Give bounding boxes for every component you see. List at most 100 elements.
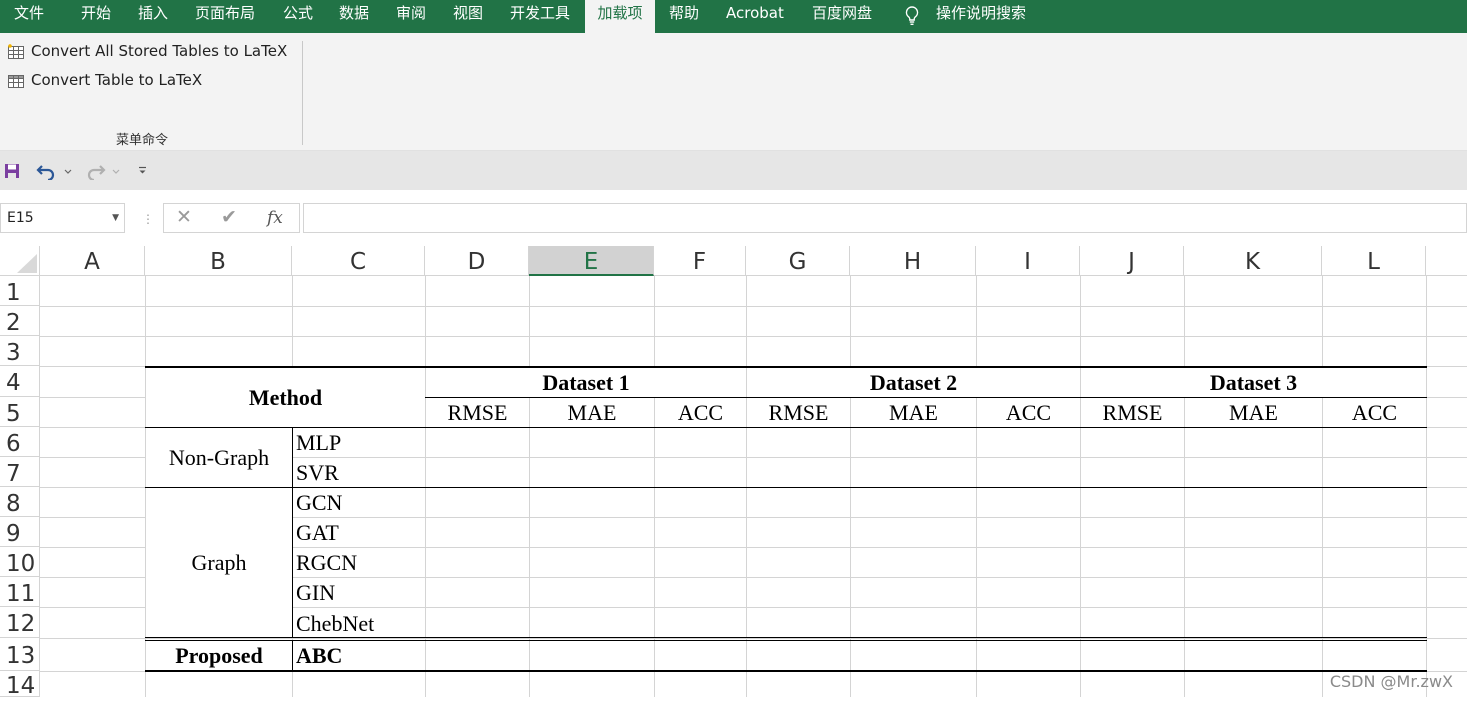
metric-header-acc: ACC bbox=[677, 400, 724, 425]
column-header-g[interactable]: G bbox=[746, 246, 850, 276]
select-all-corner[interactable] bbox=[0, 246, 40, 276]
group-non-graph-label: Non-Graph bbox=[168, 445, 270, 470]
tab-data[interactable]: 数据 bbox=[339, 0, 369, 33]
table-border bbox=[292, 640, 293, 671]
tab-file[interactable]: 文件 bbox=[14, 0, 44, 33]
gridline-horizontal bbox=[40, 336, 1467, 337]
row-header-5[interactable]: 5 bbox=[0, 397, 40, 427]
undo-dropdown-icon[interactable] bbox=[64, 169, 72, 175]
quick-access-toolbar bbox=[0, 151, 1467, 190]
row-header-3[interactable]: 3 bbox=[0, 336, 40, 366]
method-rgcn: RGCN bbox=[296, 550, 358, 575]
row-header-14[interactable]: 14 bbox=[0, 671, 40, 699]
column-header-c[interactable]: C bbox=[292, 246, 425, 276]
gridline-horizontal bbox=[40, 306, 1467, 307]
dataset-1-header: Dataset 1 bbox=[542, 370, 630, 395]
method-mlp: MLP bbox=[296, 430, 342, 455]
column-header-overflow[interactable] bbox=[1426, 246, 1467, 276]
metric-header-rmse: RMSE bbox=[768, 400, 829, 425]
insert-function-icon[interactable]: fx bbox=[267, 208, 283, 228]
column-header-j[interactable]: J bbox=[1080, 246, 1184, 276]
column-header-f[interactable]: F bbox=[654, 246, 746, 276]
convert-all-tables-label: Convert All Stored Tables to LaTeX bbox=[31, 42, 288, 60]
watermark: CSDN @Mr.zwX bbox=[1329, 672, 1453, 691]
convert-all-tables-button[interactable]: Convert All Stored Tables to LaTeX bbox=[7, 40, 287, 62]
metric-header-rmse: RMSE bbox=[447, 400, 508, 425]
metric-header-mae: MAE bbox=[889, 400, 938, 425]
tab-page-layout[interactable]: 页面布局 bbox=[195, 0, 255, 33]
method-gcn: GCN bbox=[296, 490, 343, 515]
gridline-horizontal bbox=[40, 638, 1467, 639]
method-gat: GAT bbox=[296, 520, 339, 545]
convert-table-label: Convert Table to LaTeX bbox=[31, 71, 203, 89]
tab-developer[interactable]: 开发工具 bbox=[510, 0, 570, 33]
save-icon[interactable] bbox=[4, 163, 20, 179]
row-header-12[interactable]: 12 bbox=[0, 607, 40, 638]
method-gin: GIN bbox=[296, 580, 336, 605]
select-all-triangle-icon bbox=[17, 254, 37, 273]
tab-baidu-netdisk[interactable]: 百度网盘 bbox=[812, 0, 872, 33]
column-header-h[interactable]: H bbox=[850, 246, 976, 276]
tab-view[interactable]: 视图 bbox=[453, 0, 483, 33]
formula-bar-grip-icon[interactable]: ⋮ bbox=[142, 212, 154, 226]
row-header-6[interactable]: 6 bbox=[0, 427, 40, 457]
column-header-l[interactable]: L bbox=[1322, 246, 1426, 276]
tab-formulas[interactable]: 公式 bbox=[283, 0, 313, 33]
worksheet-grid[interactable]: ABCDEFGHIJKL 1 2 3 4 5 6 7 8 9 10 11 12 13 14 Method … bbox=[0, 246, 1467, 699]
tab-insert[interactable]: 插入 bbox=[138, 0, 168, 33]
tab-help[interactable]: 帮助 bbox=[669, 0, 699, 33]
row-header-7[interactable]: 7 bbox=[0, 457, 40, 487]
column-header-i[interactable]: I bbox=[976, 246, 1080, 276]
confirm-entry-icon[interactable]: ✔ bbox=[221, 206, 237, 228]
row-header-8[interactable]: 8 bbox=[0, 487, 40, 517]
method-chebnet: ChebNet bbox=[296, 611, 375, 636]
row-header-1[interactable]: 1 bbox=[0, 276, 40, 306]
table-border bbox=[292, 427, 293, 637]
row-header-13[interactable]: 13 bbox=[0, 638, 40, 671]
cancel-entry-icon[interactable]: ✕ bbox=[176, 206, 192, 228]
column-header-a[interactable]: A bbox=[40, 246, 145, 276]
group-graph-label: Graph bbox=[191, 550, 247, 575]
tab-review[interactable]: 审阅 bbox=[396, 0, 426, 33]
tab-add-ins[interactable]: 加载项 bbox=[585, 0, 655, 33]
column-header-e[interactable]: E bbox=[529, 246, 654, 276]
redo-icon[interactable] bbox=[84, 162, 106, 180]
ribbon-group-divider bbox=[302, 41, 303, 145]
metric-header-acc: ACC bbox=[1351, 400, 1398, 425]
redo-dropdown-icon[interactable] bbox=[112, 169, 120, 175]
name-box-dropdown-icon[interactable]: ▼ bbox=[112, 204, 119, 232]
formula-bar: E15 ▼ ⋮ ✕ ✔ fx bbox=[0, 190, 1467, 246]
metric-header-mae: MAE bbox=[1229, 400, 1278, 425]
row-header-10[interactable]: 10 bbox=[0, 547, 40, 577]
column-header-d[interactable]: D bbox=[425, 246, 529, 276]
dataset-3-header: Dataset 3 bbox=[1209, 370, 1298, 395]
name-box[interactable]: E15 ▼ bbox=[0, 203, 125, 233]
lightbulb-icon bbox=[905, 6, 919, 25]
undo-icon[interactable] bbox=[36, 162, 58, 180]
column-header-b[interactable]: B bbox=[145, 246, 292, 276]
row-header-4[interactable]: 4 bbox=[0, 366, 40, 397]
formula-buttons: ✕ ✔ fx bbox=[163, 203, 300, 233]
tell-me-search[interactable]: 操作说明搜索 bbox=[936, 0, 1026, 33]
proposed-method: ABC bbox=[296, 643, 343, 668]
proposed-label: Proposed bbox=[175, 643, 263, 668]
column-header-k[interactable]: K bbox=[1184, 246, 1322, 276]
metric-header-mae: MAE bbox=[567, 400, 617, 425]
ribbon-group-label: 菜单命令 bbox=[116, 133, 169, 148]
method-header: Method bbox=[248, 385, 323, 410]
customize-qat-icon[interactable] bbox=[138, 166, 147, 175]
tab-acrobat[interactable]: Acrobat bbox=[726, 0, 784, 33]
tab-home[interactable]: 开始 bbox=[81, 0, 111, 33]
convert-table-button[interactable]: Convert Table to LaTeX bbox=[7, 69, 202, 91]
table-star-icon bbox=[8, 43, 24, 59]
row-header-9[interactable]: 9 bbox=[0, 517, 40, 547]
table-icon bbox=[8, 74, 24, 88]
formula-input[interactable] bbox=[303, 203, 1467, 233]
dataset-2-header: Dataset 2 bbox=[869, 370, 958, 395]
row-header-11[interactable]: 11 bbox=[0, 577, 40, 607]
row-header-2[interactable]: 2 bbox=[0, 306, 40, 336]
method-svr: SVR bbox=[296, 460, 339, 485]
ribbon-panel: Convert All Stored Tables to LaTeX Conve… bbox=[0, 33, 1467, 151]
name-box-value: E15 bbox=[7, 210, 34, 226]
metric-header-acc: ACC bbox=[1005, 400, 1052, 425]
